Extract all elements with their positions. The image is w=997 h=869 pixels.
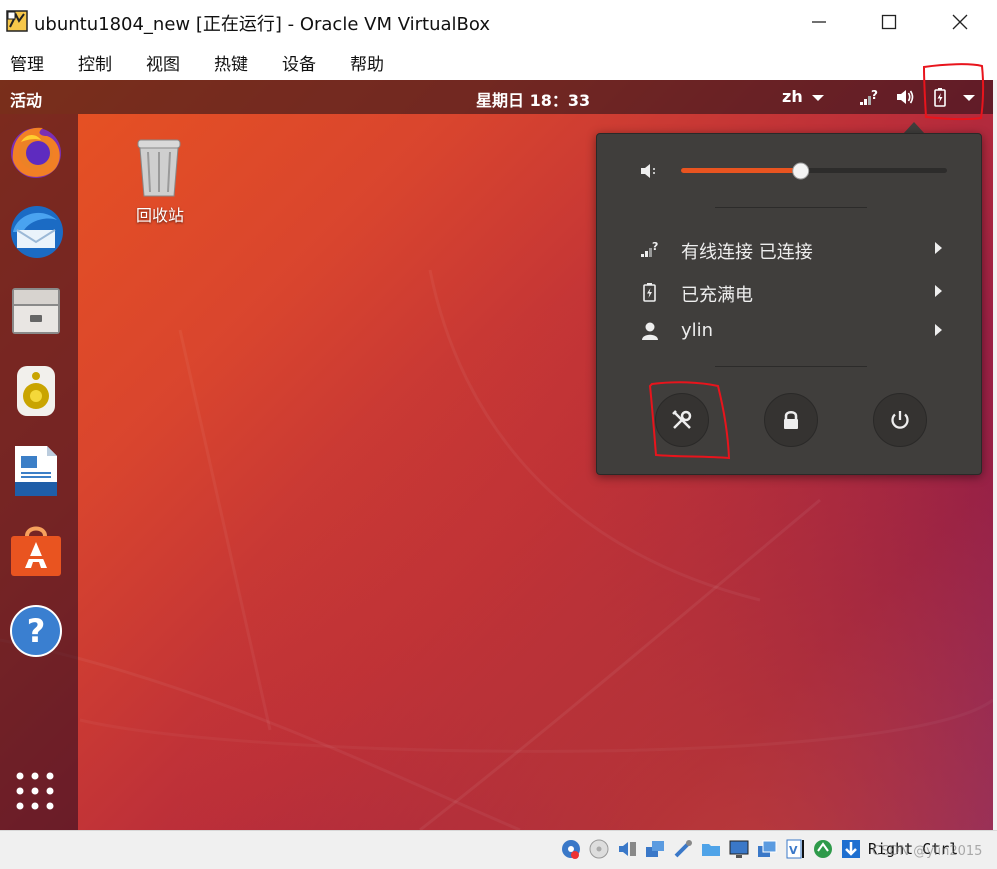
- display-icon[interactable]: [728, 838, 750, 860]
- minimize-icon: [812, 21, 826, 23]
- battery-label: 已充满电: [681, 285, 753, 306]
- menu-manage[interactable]: 管理: [10, 50, 44, 75]
- clock[interactable]: 星期日 18：33: [476, 87, 590, 111]
- guest-additions-icon[interactable]: [812, 838, 834, 860]
- svg-text:?: ?: [27, 612, 46, 650]
- volume-slider[interactable]: [681, 162, 947, 180]
- close-button[interactable]: [937, 6, 983, 38]
- gnome-top-bar: 活动 星期日 18：33 zh ?: [0, 80, 993, 114]
- vm-status-bar: V Right Ctrl CSDN @ylin2015: [0, 830, 997, 869]
- maximize-icon: [881, 14, 897, 30]
- close-icon: [952, 14, 968, 30]
- user-name: ylin: [681, 320, 714, 341]
- video-capture-icon[interactable]: [756, 838, 778, 860]
- rhythmbox-icon[interactable]: [7, 362, 65, 420]
- system-menu-popover: ? 有线连接 已连接 已充满电 ylin: [596, 133, 982, 475]
- wired-network-icon: ?: [641, 240, 658, 257]
- mouse-integration-icon[interactable]: [840, 838, 862, 860]
- svg-text:V: V: [789, 844, 798, 857]
- power-off-button[interactable]: [873, 393, 927, 447]
- settings-tools-icon: [672, 410, 692, 429]
- chevron-right-icon: [935, 324, 942, 336]
- menu-devices[interactable]: 设备: [282, 50, 316, 75]
- cpu-virtualization-icon[interactable]: V: [784, 838, 806, 860]
- wired-connection-label: 有线连接 已连接: [681, 242, 813, 263]
- activities-button[interactable]: 活动: [10, 87, 42, 111]
- volume-low-icon: [641, 164, 655, 178]
- chevron-right-icon: [935, 285, 942, 297]
- minimize-button[interactable]: [796, 6, 842, 38]
- trash-label: 回收站: [135, 206, 184, 225]
- dock: ?: [0, 114, 78, 830]
- input-method-arrow-icon: [812, 95, 824, 101]
- audio-icon[interactable]: [616, 838, 638, 860]
- window-title-bar[interactable]: ubuntu1804_new [正在运行] - Oracle VM Virtua…: [0, 0, 997, 44]
- menu-view[interactable]: 视图: [146, 50, 180, 75]
- csdn-watermark: CSDN @ylin2015: [872, 844, 983, 859]
- thunderbird-icon[interactable]: [7, 202, 65, 260]
- trash-icon: [137, 139, 181, 197]
- separator: [715, 366, 867, 367]
- menu-help[interactable]: 帮助: [350, 50, 384, 75]
- ubuntu-software-icon[interactable]: [7, 522, 65, 580]
- virtualbox-app-icon: [6, 10, 28, 32]
- maximize-button[interactable]: [866, 6, 912, 38]
- show-applications-icon[interactable]: [14, 770, 58, 814]
- lock-button[interactable]: [764, 393, 818, 447]
- svg-text:?: ?: [871, 88, 878, 102]
- network-adapter-icon[interactable]: [644, 838, 666, 860]
- settings-button[interactable]: [655, 393, 709, 447]
- power-icon: [891, 411, 909, 429]
- chevron-right-icon: [935, 242, 942, 254]
- volume-icon[interactable]: [894, 86, 916, 108]
- svg-text:?: ?: [652, 240, 658, 253]
- network-question-icon[interactable]: ?: [858, 86, 880, 108]
- lock-icon: [784, 411, 798, 429]
- hard-disk-icon[interactable]: [560, 838, 582, 860]
- user-icon: [642, 322, 658, 340]
- menu-hotkeys[interactable]: 热键: [214, 50, 248, 75]
- firefox-icon[interactable]: [7, 122, 65, 180]
- battery-charging-icon[interactable]: [929, 86, 951, 108]
- battery-full-icon: [643, 283, 656, 302]
- vm-screen[interactable]: 活动 星期日 18：33 zh ? ? 回收站 ? 有线连接 已连接 已充满电 …: [0, 80, 993, 830]
- files-icon[interactable]: [7, 282, 65, 340]
- optical-drive-icon[interactable]: [588, 838, 610, 860]
- menu-control[interactable]: 控制: [78, 50, 112, 75]
- menu-bar: 管理 控制 视图 热键 设备 帮助: [0, 44, 997, 80]
- libreoffice-writer-icon[interactable]: [7, 442, 65, 500]
- separator: [715, 207, 867, 208]
- window-title: ubuntu1804_new [正在运行] - Oracle VM Virtua…: [34, 14, 490, 35]
- window-edge: [993, 80, 997, 830]
- usb-icon[interactable]: [672, 838, 694, 860]
- input-method-indicator[interactable]: zh: [782, 87, 803, 106]
- help-icon[interactable]: ?: [7, 602, 65, 660]
- system-menu-arrow-icon[interactable]: [958, 86, 980, 108]
- shared-folder-icon[interactable]: [700, 838, 722, 860]
